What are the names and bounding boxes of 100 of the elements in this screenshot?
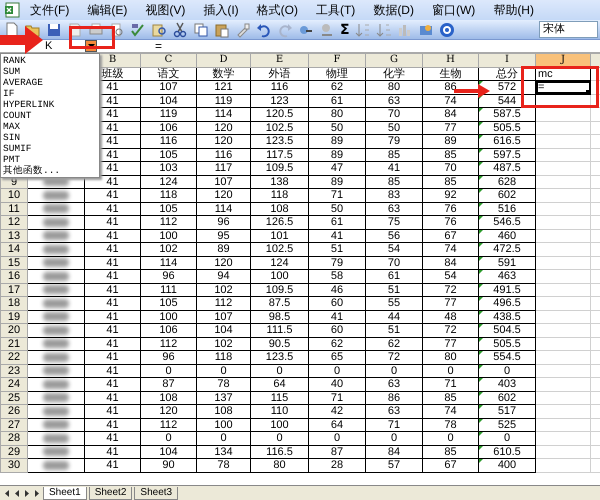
column-header[interactable]: E bbox=[250, 54, 308, 67]
row-header[interactable]: 11 bbox=[0, 202, 28, 216]
menu-item[interactable]: 文件(F) bbox=[22, 2, 78, 18]
table-cell: 0 bbox=[140, 364, 196, 378]
row-header[interactable]: 15 bbox=[0, 256, 28, 270]
table-cell: 83 bbox=[366, 188, 422, 202]
table-cell: 104 bbox=[140, 445, 196, 458]
table-cell: 124 bbox=[140, 175, 196, 188]
row-header[interactable]: 18 bbox=[0, 296, 28, 310]
save-icon[interactable] bbox=[46, 22, 62, 38]
row-header[interactable]: 21 bbox=[0, 337, 28, 350]
sort-descending-icon[interactable] bbox=[376, 22, 392, 38]
row-header[interactable]: 12 bbox=[0, 216, 28, 229]
column-header[interactable]: D bbox=[196, 54, 250, 67]
table-cell: 47 bbox=[308, 162, 366, 175]
table-cell: 74 bbox=[422, 242, 478, 256]
sort-ascending-icon[interactable] bbox=[354, 22, 371, 38]
table-cell: 118 bbox=[250, 188, 308, 202]
undo-icon[interactable] bbox=[256, 22, 272, 38]
menu-item[interactable]: 数据(D) bbox=[365, 2, 422, 18]
table-cell[interactable]: = bbox=[536, 80, 590, 94]
table-cell: 41 bbox=[84, 391, 140, 404]
column-header[interactable]: F bbox=[308, 54, 366, 67]
table-cell: 79 bbox=[308, 256, 366, 270]
menu-item[interactable]: 工具(T) bbox=[308, 2, 364, 18]
column-header[interactable]: C bbox=[140, 54, 196, 67]
row-header[interactable]: 24 bbox=[0, 378, 28, 391]
table-cell: 51 bbox=[308, 242, 366, 256]
print-icon[interactable] bbox=[88, 22, 104, 38]
table-cell: 138 bbox=[250, 175, 308, 188]
font-field[interactable]: 宋体 bbox=[539, 21, 598, 38]
table-cell: 505.5 bbox=[478, 337, 536, 350]
table-cell: 106 bbox=[140, 121, 196, 134]
menu-item[interactable]: 视图(V) bbox=[137, 2, 194, 18]
row-header[interactable]: 25 bbox=[0, 391, 28, 404]
column-header[interactable]: I bbox=[478, 54, 536, 67]
next-sheet-icon[interactable] bbox=[23, 488, 31, 498]
blurred-name bbox=[43, 447, 69, 456]
column-header[interactable]: H bbox=[422, 54, 478, 67]
table-cell: 70 bbox=[422, 162, 478, 175]
sheet-tab[interactable]: Sheet1 bbox=[43, 486, 87, 500]
table-cell: 62 bbox=[308, 80, 366, 94]
table-cell: 44 bbox=[366, 310, 422, 324]
row-header[interactable]: 26 bbox=[0, 404, 28, 418]
help-icon[interactable] bbox=[438, 22, 455, 38]
paste-icon[interactable] bbox=[214, 22, 230, 38]
row-header[interactable]: 10 bbox=[0, 188, 28, 202]
row-header[interactable]: 16 bbox=[0, 270, 28, 283]
menu-item[interactable]: 帮助(H) bbox=[485, 2, 542, 18]
previous-sheet-icon[interactable] bbox=[13, 488, 21, 498]
table-cell: 72 bbox=[366, 350, 422, 364]
table-cell: 50 bbox=[308, 121, 366, 134]
menu-item[interactable]: 窗口(W) bbox=[424, 2, 484, 18]
table-cell: 41 bbox=[84, 378, 140, 391]
first-sheet-icon[interactable] bbox=[3, 488, 11, 498]
table-cell: 63 bbox=[366, 94, 422, 108]
research-icon[interactable] bbox=[151, 22, 167, 38]
table-cell: 72 bbox=[422, 324, 478, 337]
sheet-tab[interactable]: Sheet2 bbox=[88, 486, 132, 500]
column-header[interactable]: G bbox=[366, 54, 422, 67]
last-sheet-icon[interactable] bbox=[33, 488, 41, 498]
table-cell: 85 bbox=[366, 148, 422, 162]
name-box[interactable]: K bbox=[45, 40, 55, 52]
autosum-button[interactable]: Σ bbox=[340, 22, 350, 38]
menu-item[interactable]: 格式(O) bbox=[248, 2, 306, 18]
table-cell: 41 bbox=[84, 310, 140, 324]
row-header[interactable]: 13 bbox=[0, 229, 28, 242]
table-cell: 602 bbox=[478, 188, 536, 202]
row-header[interactable]: 30 bbox=[0, 458, 28, 472]
formula-field[interactable]: = bbox=[155, 40, 185, 52]
menu-item[interactable]: 插入(I) bbox=[195, 2, 247, 18]
menu-item[interactable]: 编辑(E) bbox=[79, 2, 136, 18]
table-cell: 64 bbox=[250, 378, 308, 391]
table-cell: 41 bbox=[84, 350, 140, 364]
table-cell: 76 bbox=[422, 216, 478, 229]
spreadsheet-icon[interactable] bbox=[4, 2, 20, 18]
fill-handle[interactable] bbox=[586, 90, 590, 94]
spellcheck-icon[interactable] bbox=[130, 22, 146, 38]
row-header[interactable]: 20 bbox=[0, 324, 28, 337]
column-header[interactable]: J bbox=[536, 54, 590, 67]
sheet-tab[interactable]: Sheet3 bbox=[134, 486, 178, 500]
row-header[interactable]: 19 bbox=[0, 310, 28, 324]
table-cell: 41 bbox=[84, 283, 140, 296]
brush-icon[interactable] bbox=[235, 22, 251, 38]
row-header[interactable]: 29 bbox=[0, 445, 28, 458]
table-cell: 0 bbox=[196, 364, 250, 378]
table-cell: 56 bbox=[366, 229, 422, 242]
blurred-name bbox=[43, 218, 69, 227]
row-header[interactable]: 28 bbox=[0, 432, 28, 445]
row-header[interactable]: 17 bbox=[0, 283, 28, 296]
row-header[interactable]: 23 bbox=[0, 364, 28, 378]
table-cell: 496.5 bbox=[478, 296, 536, 310]
row-header[interactable]: 22 bbox=[0, 350, 28, 364]
table-cell: 126.5 bbox=[250, 216, 308, 229]
copy-icon[interactable] bbox=[193, 22, 209, 38]
row-header[interactable]: 27 bbox=[0, 418, 28, 432]
table-cell: 504.5 bbox=[478, 324, 536, 337]
blurred-name bbox=[43, 393, 69, 402]
cut-icon[interactable] bbox=[172, 22, 188, 38]
row-header[interactable]: 14 bbox=[0, 242, 28, 256]
